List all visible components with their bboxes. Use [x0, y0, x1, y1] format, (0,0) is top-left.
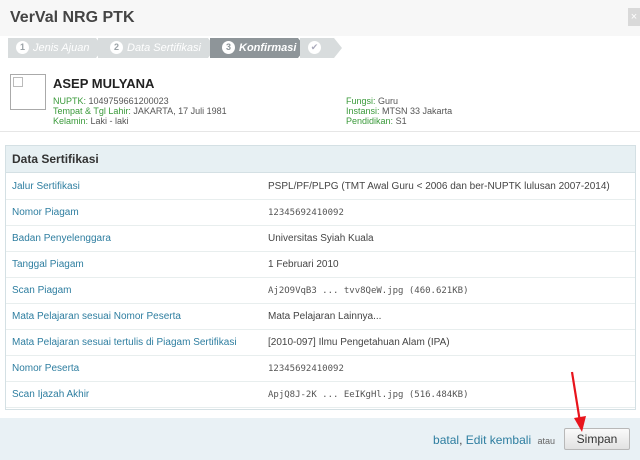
- row-label: Badan Penyelenggara: [12, 233, 111, 244]
- nuptk-label: NUPTK:: [53, 96, 87, 106]
- table-row: Badan Penyelenggara Universitas Syiah Kua…: [6, 226, 635, 252]
- row-label: Jalur Sertifikasi: [12, 181, 80, 192]
- step-label: Jenis Ajuan: [33, 42, 90, 54]
- kelamin-info: Kelamin: Laki - laki: [53, 116, 129, 126]
- nuptk-value: 1049759661200023: [88, 96, 169, 106]
- dialog-footer: batal, Edit kembali atau Simpan: [0, 418, 640, 460]
- section-title: Data Sertifikasi: [6, 146, 635, 173]
- ttl-value: JAKARTA, 17 Juli 1981: [133, 106, 227, 116]
- table-row: Mata Pelajaran sesuai Nomor Peserta Mata …: [6, 304, 635, 330]
- row-label: Scan Ijazah Akhir: [12, 389, 90, 400]
- step-number: 2: [110, 41, 123, 54]
- table-row: Scan Ijazah Akhir ApjQ8J-2K ... EeIKgHl.j…: [6, 382, 635, 408]
- nuptk-info: NUPTK: 1049759661200023: [53, 96, 169, 106]
- close-button[interactable]: ×: [628, 8, 640, 26]
- step-finish: ✔: [300, 38, 334, 58]
- profile-photo: [10, 74, 46, 110]
- pendidikan-label: Pendidikan:: [346, 116, 394, 126]
- red-arrow-annotation: [570, 371, 586, 432]
- kelamin-value: Laki - laki: [90, 116, 129, 126]
- teacher-name: ASEP MULYANA: [53, 76, 155, 91]
- step-number: 3: [222, 41, 235, 54]
- annotation-arrow-head: [574, 416, 586, 432]
- teacher-profile: ASEP MULYANA NUPTK: 1049759661200023 Tem…: [0, 68, 640, 132]
- kelamin-label: Kelamin:: [53, 116, 89, 126]
- row-value: ApjQ8J-2K ... EeIKgHl.jpg (516.484KB): [268, 390, 469, 400]
- pendidikan-value: S1: [395, 116, 407, 126]
- step-label: Konfirmasi: [239, 42, 297, 54]
- row-value: 1 Februari 2010: [268, 259, 339, 270]
- row-label: Scan Piagam: [12, 285, 72, 296]
- step-number: 1: [16, 41, 29, 54]
- table-row: Nomor Peserta 12345692410092: [6, 356, 635, 382]
- ttl-info: Tempat & Tgl Lahir: JAKARTA, 17 Juli 198…: [53, 106, 227, 116]
- table-row: Scan Piagam Aj2O9VqB3 ... tvv8QeW.jpg (46…: [6, 278, 635, 304]
- check-icon: ✔: [308, 41, 321, 54]
- fungsi-label: Fungsi:: [346, 96, 376, 106]
- profile-divider: [0, 131, 640, 132]
- separator: ,: [459, 433, 463, 447]
- row-value: 12345692410092: [268, 208, 344, 218]
- or-text: atau: [537, 436, 555, 446]
- row-value: [2010-097] Ilmu Pengetahuan Alam (IPA): [268, 337, 450, 348]
- data-sertifikasi-panel: Data Sertifikasi Jalur Sertifikasi PSPL/P…: [5, 145, 636, 410]
- table-row: Tanggal Piagam 1 Februari 2010: [6, 252, 635, 278]
- annotation-arrow-shaft: [570, 371, 582, 423]
- ttl-label: Tempat & Tgl Lahir:: [53, 106, 131, 116]
- instansi-value: MTSN 33 Jakarta: [382, 106, 453, 116]
- step-konfirmasi[interactable]: 3 Konfirmasi: [210, 38, 298, 58]
- row-value: Universitas Syiah Kuala: [268, 233, 374, 244]
- fungsi-info: Fungsi: Guru: [346, 96, 398, 106]
- instansi-info: Instansi: MTSN 33 Jakarta: [346, 106, 452, 116]
- footer-actions: batal, Edit kembali atau: [433, 433, 555, 447]
- row-label: Nomor Peserta: [12, 363, 80, 374]
- table-row: Mata Pelajaran sesuai tertulis di Piagam…: [6, 330, 635, 356]
- row-value: PSPL/PF/PLPG (TMT Awal Guru < 2006 dan b…: [268, 181, 610, 192]
- fungsi-value: Guru: [378, 96, 399, 106]
- row-label: Mata Pelajaran sesuai Nomor Peserta: [12, 311, 181, 322]
- step-label: Data Sertifikasi: [127, 42, 201, 54]
- instansi-label: Instansi:: [346, 106, 380, 116]
- wizard-steps: 1 Jenis Ajuan 2 Data Sertifikasi 3 Konfirma…: [8, 38, 342, 58]
- row-value: Mata Pelajaran Lainnya...: [268, 311, 382, 322]
- dialog-titlebar: VerVal NRG PTK ×: [0, 0, 640, 36]
- row-value: Aj2O9VqB3 ... tvv8QeW.jpg (460.621KB): [268, 286, 469, 296]
- table-row: Nomor Piagam 12345692410092: [6, 200, 635, 226]
- table-row: Jalur Sertifikasi PSPL/PF/PLPG (TMT Awal …: [6, 174, 635, 200]
- step-jenis-ajuan[interactable]: 1 Jenis Ajuan: [8, 38, 96, 58]
- dialog-title: VerVal NRG PTK: [10, 9, 135, 26]
- pendidikan-info: Pendidikan: S1: [346, 116, 407, 126]
- row-label: Mata Pelajaran sesuai tertulis di Piagam…: [12, 337, 237, 348]
- cancel-link[interactable]: batal: [433, 433, 459, 447]
- step-data-sertifikasi[interactable]: 2 Data Sertifikasi: [98, 38, 208, 58]
- step-arrow: [334, 38, 342, 58]
- edit-again-link[interactable]: Edit kembali: [466, 433, 531, 447]
- row-value: 12345692410092: [268, 364, 344, 374]
- row-label: Tanggal Piagam: [12, 259, 84, 270]
- row-label: Nomor Piagam: [12, 207, 79, 218]
